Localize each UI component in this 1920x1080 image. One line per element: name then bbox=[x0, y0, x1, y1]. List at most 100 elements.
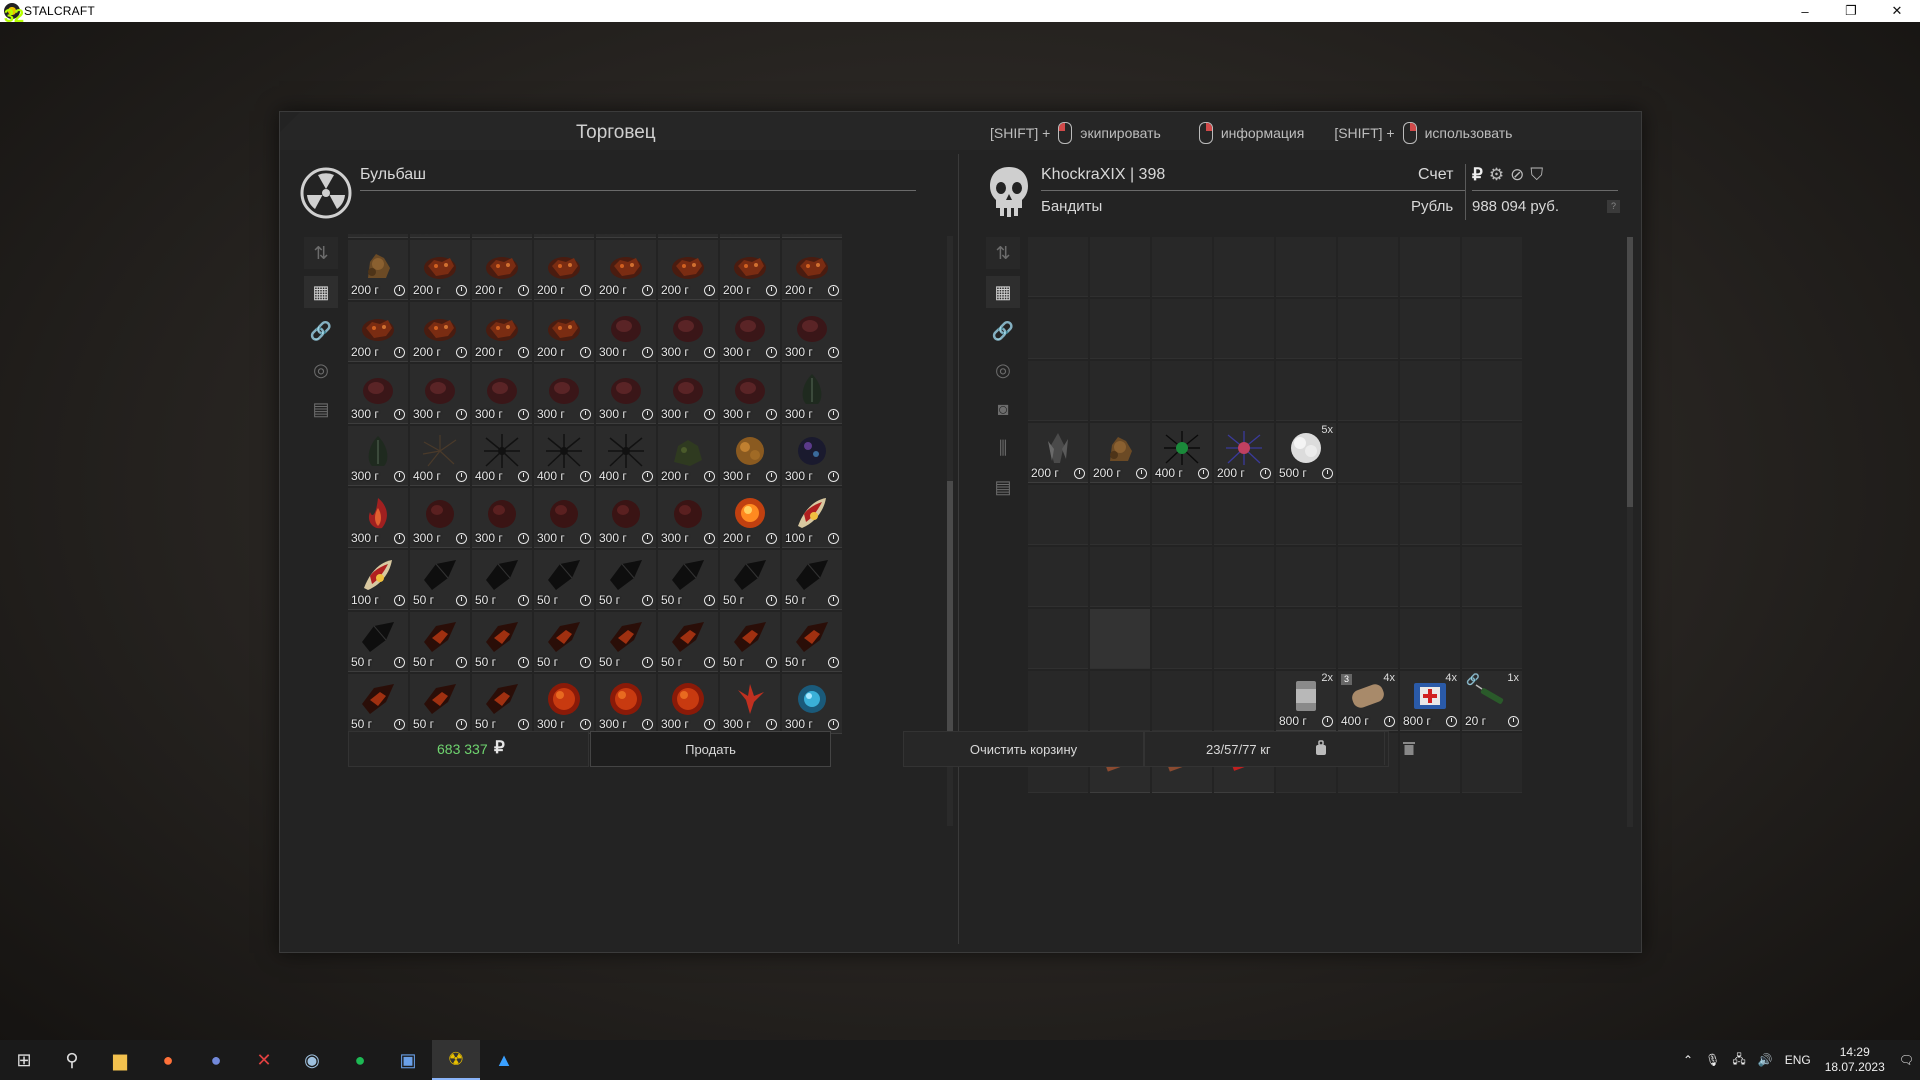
basket-scroll-thumb[interactable] bbox=[1627, 237, 1633, 507]
tray-chevron-icon[interactable]: ⌃ bbox=[1683, 1053, 1693, 1067]
item-slot[interactable]: 300 г bbox=[720, 302, 780, 362]
item-slot[interactable]: 200 г bbox=[348, 302, 408, 362]
empty-slot[interactable] bbox=[1338, 547, 1398, 607]
link-category-icon[interactable]: 🔗 bbox=[986, 315, 1020, 347]
empty-slot[interactable] bbox=[1400, 423, 1460, 483]
item-slot[interactable]: 20 г 1x 🔗 bbox=[1462, 671, 1522, 731]
item-slot[interactable]: 100 г bbox=[348, 550, 408, 610]
item-slot[interactable]: 50 г bbox=[410, 612, 470, 672]
empty-slot[interactable] bbox=[1152, 671, 1212, 731]
item-slot[interactable]: 50 г bbox=[596, 612, 656, 672]
item-slot[interactable]: 200 г bbox=[472, 240, 532, 300]
item-slot[interactable]: 200 г bbox=[410, 240, 470, 300]
empty-slot[interactable] bbox=[1400, 237, 1460, 297]
notification-icon[interactable]: 🗨 bbox=[1899, 1053, 1914, 1067]
empty-slot[interactable] bbox=[1462, 423, 1522, 483]
empty-slot[interactable] bbox=[1028, 299, 1088, 359]
item-slot[interactable]: 300 г bbox=[410, 364, 470, 424]
item-slot[interactable]: 200 г bbox=[1214, 423, 1274, 483]
item-slot[interactable]: 300 г bbox=[782, 364, 842, 424]
grid-all-icon[interactable]: ▦ bbox=[304, 276, 338, 308]
item-slot[interactable]: 50 г bbox=[782, 612, 842, 672]
empty-slot[interactable] bbox=[1214, 485, 1274, 545]
empty-slot[interactable] bbox=[1276, 237, 1336, 297]
item-slot[interactable]: 400 г 4x 3 bbox=[1338, 671, 1398, 731]
item-slot[interactable]: 300 г bbox=[782, 302, 842, 362]
item-slot[interactable]: 200 г bbox=[720, 240, 780, 300]
stalcraft-icon[interactable]: ☢ bbox=[432, 1040, 480, 1080]
sort-icon[interactable]: ⇅ bbox=[986, 237, 1020, 269]
photos-icon[interactable]: ▲ bbox=[480, 1040, 528, 1080]
item-slot[interactable]: 200 г bbox=[348, 234, 408, 238]
item-slot[interactable]: 50 г bbox=[348, 612, 408, 672]
empty-slot[interactable] bbox=[1214, 237, 1274, 297]
item-slot[interactable]: 300 г bbox=[596, 302, 656, 362]
trash-button[interactable] bbox=[1384, 731, 1433, 765]
item-slot[interactable]: 50 г bbox=[410, 550, 470, 610]
box-category-icon[interactable]: ▤ bbox=[986, 471, 1020, 503]
item-slot[interactable]: 200 г bbox=[658, 240, 718, 300]
empty-slot[interactable] bbox=[1090, 299, 1150, 359]
empty-slot[interactable] bbox=[1400, 609, 1460, 669]
empty-slot[interactable] bbox=[1462, 547, 1522, 607]
x-app-icon[interactable]: ✕ bbox=[240, 1040, 288, 1080]
ammo-category-icon[interactable]: ⫼ bbox=[986, 432, 1020, 464]
empty-slot[interactable] bbox=[1152, 299, 1212, 359]
item-slot[interactable]: 300 г bbox=[348, 488, 408, 548]
item-slot[interactable]: 300 г bbox=[472, 364, 532, 424]
empty-slot[interactable] bbox=[1214, 547, 1274, 607]
item-slot[interactable]: 50 г bbox=[472, 550, 532, 610]
empty-slot[interactable] bbox=[1028, 361, 1088, 421]
item-slot[interactable]: 300 г bbox=[658, 674, 718, 734]
item-slot[interactable]: 200 г bbox=[658, 426, 718, 486]
artifact-category-icon[interactable]: ◎ bbox=[986, 354, 1020, 386]
item-slot[interactable]: 400 г bbox=[472, 426, 532, 486]
item-slot[interactable]: 100 г bbox=[782, 488, 842, 548]
basket-scrollbar[interactable] bbox=[1627, 237, 1633, 827]
item-slot[interactable]: 300 г bbox=[410, 488, 470, 548]
item-slot[interactable]: 300 г bbox=[534, 488, 594, 548]
item-slot[interactable]: 500 г 5x bbox=[1276, 423, 1336, 483]
item-slot[interactable]: 400 г bbox=[410, 234, 470, 238]
empty-slot[interactable] bbox=[1400, 299, 1460, 359]
coin-currency-icon[interactable]: ⊘ bbox=[1510, 165, 1524, 185]
sell-button[interactable]: Продать bbox=[590, 731, 831, 767]
item-slot[interactable]: 300 г bbox=[534, 674, 594, 734]
item-slot[interactable]: 400 г bbox=[410, 426, 470, 486]
item-slot[interactable]: 800 г 2x bbox=[1276, 671, 1336, 731]
gear-currency-icon[interactable]: ⚙ bbox=[1489, 165, 1504, 185]
item-slot[interactable]: 50 г bbox=[534, 234, 594, 238]
empty-slot[interactable] bbox=[1214, 609, 1274, 669]
item-slot[interactable]: 200 г bbox=[472, 302, 532, 362]
item-slot[interactable]: 200 г bbox=[1090, 423, 1150, 483]
item-slot[interactable]: 200 г bbox=[720, 488, 780, 548]
item-slot[interactable]: 300 г bbox=[658, 302, 718, 362]
item-slot[interactable]: 200 г bbox=[782, 240, 842, 300]
empty-slot[interactable] bbox=[1152, 361, 1212, 421]
sort-icon[interactable]: ⇅ bbox=[304, 237, 338, 269]
empty-slot[interactable] bbox=[1400, 547, 1460, 607]
item-slot[interactable]: 50 г bbox=[472, 612, 532, 672]
item-slot[interactable]: 300 г bbox=[348, 426, 408, 486]
empty-slot[interactable] bbox=[1338, 485, 1398, 545]
item-slot[interactable]: 400 г bbox=[1152, 423, 1212, 483]
item-slot[interactable]: 300 г bbox=[658, 488, 718, 548]
item-slot[interactable]: 50 г bbox=[658, 550, 718, 610]
empty-slot[interactable] bbox=[1152, 547, 1212, 607]
close-button[interactable]: ✕ bbox=[1874, 0, 1920, 22]
item-slot[interactable]: 50 г bbox=[658, 612, 718, 672]
language-indicator[interactable]: ENG bbox=[1785, 1053, 1811, 1067]
item-slot[interactable]: 50 г bbox=[782, 550, 842, 610]
taskbar-clock[interactable]: 14:29 18.07.2023 bbox=[1825, 1045, 1885, 1075]
empty-slot[interactable] bbox=[1090, 485, 1150, 545]
spotify-icon[interactable]: ● bbox=[336, 1040, 384, 1080]
item-slot[interactable]: 50 г bbox=[596, 550, 656, 610]
empty-slot[interactable] bbox=[1338, 423, 1398, 483]
item-slot[interactable]: 300 г bbox=[658, 364, 718, 424]
item-slot[interactable]: 400 г bbox=[658, 234, 718, 238]
help-button[interactable]: ? bbox=[1607, 200, 1620, 213]
network-icon[interactable]: 🖧 bbox=[1732, 1050, 1745, 1071]
minimize-button[interactable]: – bbox=[1782, 0, 1828, 22]
item-slot[interactable]: 50 г bbox=[348, 674, 408, 734]
empty-slot[interactable] bbox=[1338, 609, 1398, 669]
